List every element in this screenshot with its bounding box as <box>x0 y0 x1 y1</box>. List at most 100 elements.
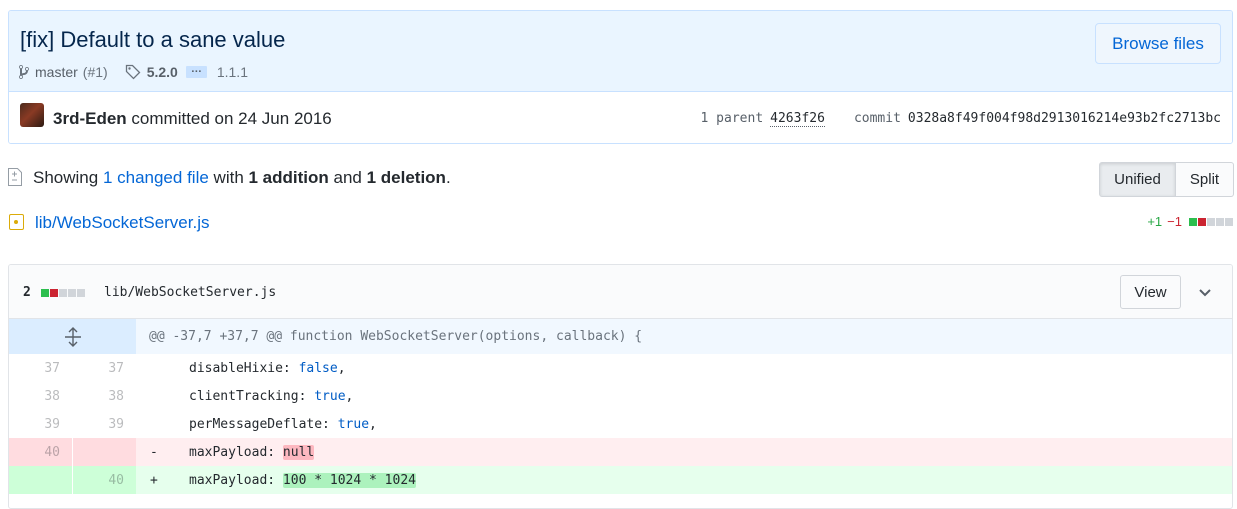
diffstat-block <box>1207 217 1215 226</box>
code-text: clientTracking: true, <box>189 389 353 404</box>
branch-row: master (#1) 5.2.0 … 1.1.1 <box>19 62 248 82</box>
branch-name[interactable]: master <box>35 64 78 80</box>
additions-stat: +1 <box>1147 214 1163 229</box>
tag-name-other[interactable]: 1.1.1 <box>217 64 248 80</box>
deletions-stat: −1 <box>1167 214 1182 229</box>
diffstat-block <box>59 289 67 297</box>
file-header: 2 lib/WebSocketServer.js View <box>9 265 1232 319</box>
diff-view-toggle: Unified Split <box>1099 162 1234 197</box>
code-cell: clientTracking: true, <box>136 382 1232 410</box>
summary-period: . <box>445 168 451 187</box>
diffstat-block <box>1189 217 1197 226</box>
code-value: true <box>337 417 370 432</box>
diffstat-block <box>41 289 49 297</box>
chevron-down-icon[interactable] <box>1198 285 1212 303</box>
file-path[interactable]: lib/WebSocketServer.js <box>104 285 276 300</box>
old-line-number[interactable]: 40 <box>9 438 72 466</box>
code-cell: + maxPayload: 100 * 1024 * 1024 <box>136 466 1232 494</box>
new-line-number[interactable]: 39 <box>73 410 136 438</box>
added-line-row: 40 + maxPayload: 100 * 1024 * 1024 <box>9 466 1232 494</box>
file-change-count: 2 <box>23 285 31 300</box>
view-file-button[interactable]: View <box>1120 275 1181 309</box>
code-end: , <box>337 361 346 376</box>
expand-icon <box>65 327 81 347</box>
new-line-number[interactable]: 38 <box>73 382 136 410</box>
author-line: 3rd-Eden committed on 24 Jun 2016 <box>53 109 332 129</box>
expand-hunk-button[interactable] <box>9 319 136 354</box>
commit-sha: 0328a8f49f004f98d2913016214e93b2fc2713bc <box>907 111 1221 126</box>
diff-marker: + <box>150 473 158 488</box>
commit-meta: 3rd-Eden committed on 24 Jun 2016 1 pare… <box>9 93 1232 143</box>
avatar[interactable] <box>20 103 44 127</box>
author-link[interactable]: 3rd-Eden <box>53 109 127 128</box>
summary-showing: Showing <box>33 168 103 187</box>
diffstat-block <box>50 289 58 297</box>
diffstat-block <box>68 289 76 297</box>
old-line-number[interactable] <box>9 466 72 494</box>
new-line-number[interactable]: 40 <box>73 466 136 494</box>
code-value: null <box>282 445 315 460</box>
tag-icon <box>125 64 141 80</box>
file-list-item-link[interactable]: lib/WebSocketServer.js <box>35 213 209 233</box>
code-key: maxPayload: <box>189 445 283 460</box>
diffstat-blocks <box>1188 217 1233 226</box>
code-cell: - maxPayload: null <box>136 438 1232 466</box>
file-modified-icon <box>9 214 24 230</box>
deleted-line-row: 40 - maxPayload: null <box>9 438 1232 466</box>
new-line-number[interactable]: 37 <box>73 354 136 382</box>
context-line-row: 39 39 perMessageDeflate: true, <box>9 410 1232 438</box>
diffstat-block <box>1225 217 1233 226</box>
context-line-row: 37 37 disableHixie: false, <box>9 354 1232 382</box>
committed-date: committed on 24 Jun 2016 <box>126 109 332 128</box>
hunk-header: @@ -37,7 +37,7 @@ function WebSocketServ… <box>149 329 643 344</box>
diff-lines: 37 37 disableHixie: false, 38 38 clientTracki… <box>9 354 1232 494</box>
code-text: disableHixie: false, <box>189 361 346 376</box>
code-value: true <box>314 389 346 404</box>
code-value: false <box>298 361 338 376</box>
additions-count: 1 addition <box>248 168 329 187</box>
hunk-header-row: @@ -37,7 +37,7 @@ function WebSocketServ… <box>9 319 1232 354</box>
old-line-number[interactable]: 38 <box>9 382 72 410</box>
commit-title-area: [fix] Default to a sane value master (#1… <box>9 11 1232 92</box>
code-value: 100 * 1024 * 1024 <box>282 473 416 488</box>
code-text: perMessageDeflate: true, <box>189 417 377 432</box>
tag-name[interactable]: 5.2.0 <box>147 64 178 80</box>
changed-files-link[interactable]: 1 changed file <box>103 168 209 187</box>
old-line-number[interactable]: 39 <box>9 410 72 438</box>
file-stats: +1 −1 <box>1147 214 1233 229</box>
commit-label: commit <box>853 111 901 126</box>
old-line-number[interactable]: 37 <box>9 354 72 382</box>
code-end: , <box>345 389 354 404</box>
code-key: perMessageDeflate: <box>189 417 338 432</box>
diffstat-block <box>1198 217 1206 226</box>
diff-table: @@ -37,7 +37,7 @@ function WebSocketServ… <box>9 319 1232 494</box>
summary-with: with <box>208 168 249 187</box>
diff-marker: - <box>150 445 158 460</box>
code-cell: disableHixie: false, <box>136 354 1232 382</box>
file-diff-icon <box>8 166 22 191</box>
split-view-button[interactable]: Split <box>1176 162 1234 197</box>
file-diff: 2 lib/WebSocketServer.js View @@ -37,7 +… <box>8 264 1233 509</box>
browse-files-button[interactable]: Browse files <box>1095 23 1221 64</box>
diffstat-block <box>77 289 85 297</box>
git-branch-icon <box>19 64 29 80</box>
code-key: clientTracking: <box>189 389 315 404</box>
diffstat-block <box>1216 217 1224 226</box>
file-diffstat-blocks <box>40 289 85 297</box>
unified-view-button[interactable]: Unified <box>1099 162 1176 197</box>
pull-request-link[interactable]: (#1) <box>83 64 108 80</box>
code-key: maxPayload: <box>189 473 283 488</box>
commit-title: [fix] Default to a sane value <box>20 27 286 52</box>
code-text: maxPayload: 100 * 1024 * 1024 <box>189 473 416 488</box>
context-line-row: 38 38 clientTracking: true, <box>9 382 1232 410</box>
new-line-number[interactable] <box>73 438 136 466</box>
code-text: maxPayload: null <box>189 445 315 460</box>
summary-and: and <box>328 168 367 187</box>
deletions-count: 1 deletion <box>366 168 446 187</box>
parent-sha-link[interactable]: 4263f26 <box>770 111 825 127</box>
diff-summary: Showing 1 changed file with 1 addition a… <box>33 168 451 188</box>
more-tags-button[interactable]: … <box>185 64 207 78</box>
sha-area: 1 parent 4263f26 commit 0328a8f49f004f98… <box>701 111 1221 127</box>
code-key: disableHixie: <box>189 361 299 376</box>
code-cell: perMessageDeflate: true, <box>136 410 1232 438</box>
